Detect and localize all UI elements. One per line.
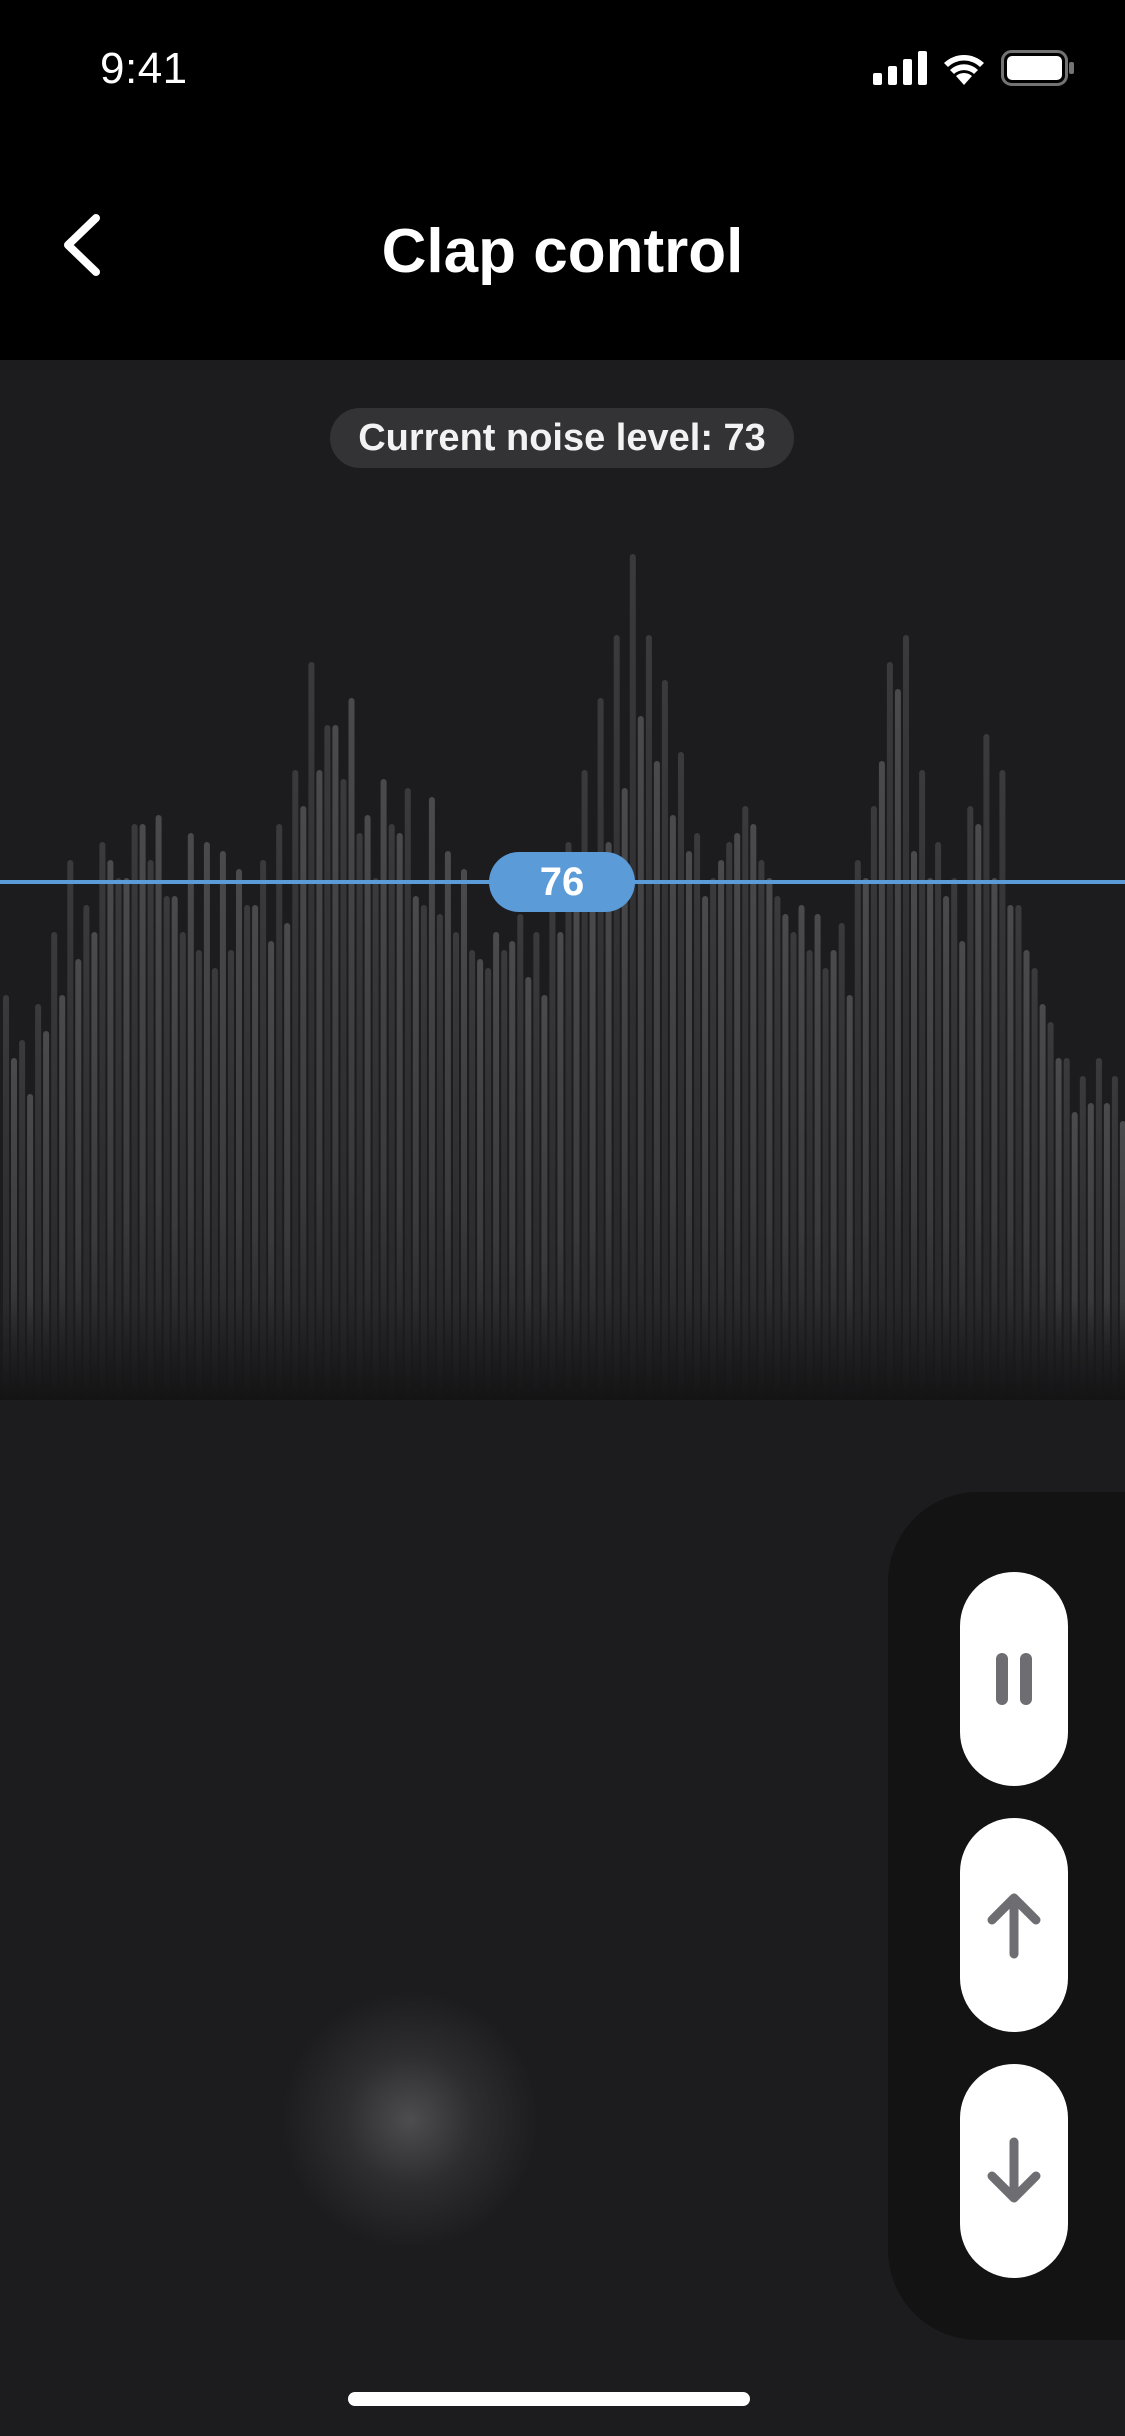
arrow-up-icon	[987, 1893, 1041, 1959]
meter-peak-bar	[645, 635, 652, 1400]
meter-peak-bar	[903, 635, 909, 1400]
wifi-icon	[944, 55, 984, 85]
meter-peak-bar	[661, 680, 668, 1400]
clap-indicator	[280, 1990, 540, 2250]
noise-level-label: Current noise level: 73	[358, 416, 766, 459]
control-panel	[888, 1492, 1125, 2340]
arrow-down-icon	[987, 2137, 1041, 2203]
meter-peak-bar	[613, 635, 620, 1400]
meter-bar	[637, 716, 644, 1400]
meter-peak-bar	[629, 554, 636, 1400]
pause-icon	[996, 1653, 1032, 1705]
battery-icon	[1001, 50, 1074, 86]
meter-peak-bar	[597, 698, 604, 1400]
threshold-handle[interactable]: 76	[489, 852, 635, 912]
noise-level-badge: Current noise level: 73	[330, 408, 794, 468]
meter-bar	[332, 725, 339, 1400]
nav-bar: Clap control	[0, 140, 1125, 360]
status-icons	[873, 50, 1075, 86]
home-indicator	[348, 2392, 750, 2406]
cellular-signal-icon	[873, 51, 927, 85]
pause-button[interactable]	[960, 1572, 1068, 1786]
meter-peak-bar	[324, 725, 331, 1400]
meter-bar	[348, 698, 355, 1400]
status-bar: 9:41	[0, 0, 1125, 140]
threshold-value: 76	[539, 859, 585, 904]
meter-peak-bar	[308, 662, 315, 1400]
meter-peak-bar	[886, 662, 893, 1400]
status-time: 9:41	[100, 44, 188, 93]
main-content: 76 Current noise level: 73	[0, 360, 1125, 2436]
page-title: Clap control	[381, 217, 744, 286]
threshold-up-button[interactable]	[960, 1818, 1068, 2032]
meter-bar	[894, 689, 901, 1400]
noise-meter: 76	[0, 360, 1125, 1400]
threshold-down-button[interactable]	[960, 2064, 1068, 2278]
